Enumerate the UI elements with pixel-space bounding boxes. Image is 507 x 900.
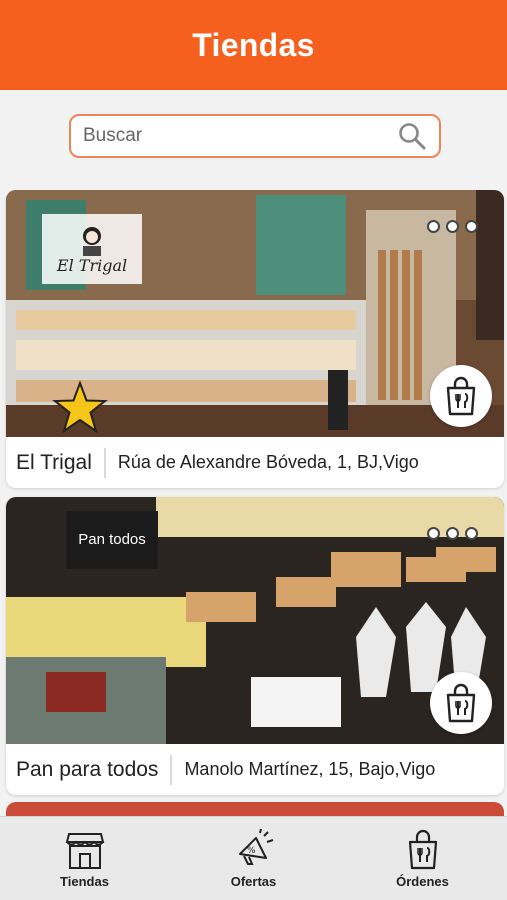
store-card[interactable]: El Trigal El Trigal Rúa de Alexandre Bóv…: [6, 190, 504, 488]
nav-ofertas[interactable]: % Ofertas: [194, 828, 314, 889]
svg-text:%: %: [247, 846, 256, 856]
order-bag-button[interactable]: [430, 365, 492, 427]
discount-megaphone-icon: %: [238, 828, 273, 865]
store-card[interactable]: Pan todos Pan para todos Manolo Martínez…: [6, 497, 504, 795]
nav-label: Ofertas: [230, 874, 277, 889]
search-bar[interactable]: [69, 114, 441, 158]
store-info: El Trigal Rúa de Alexandre Bóveda, 1, BJ…: [6, 437, 504, 488]
featured-star-icon: [52, 380, 108, 434]
nav-label: Tiendas: [60, 874, 109, 889]
page-title: Tiendas: [192, 26, 315, 63]
more-dots-icon[interactable]: [427, 220, 478, 233]
search-icon[interactable]: [397, 121, 427, 151]
store-address: Manolo Martínez, 15, Bajo,Vigo: [184, 759, 436, 779]
shopping-bag-icon: [408, 829, 437, 870]
store-name: Pan para todos: [16, 757, 159, 781]
store-logo-text: Pan todos: [78, 531, 146, 548]
shopping-bag-icon: [446, 376, 476, 416]
more-dots-icon[interactable]: [427, 527, 478, 540]
nav-tiendas[interactable]: Tiendas: [25, 828, 145, 889]
store-logo-text: El Trigal: [56, 255, 128, 275]
store-logo: Pan todos: [66, 511, 158, 569]
nav-ordenes[interactable]: Órdenes: [363, 828, 483, 889]
store-logo: El Trigal: [42, 214, 142, 284]
store-name: El Trigal: [16, 450, 92, 474]
bottom-nav: Tiendas % Ofertas Órdenes: [0, 816, 507, 900]
store-icon: [65, 833, 104, 869]
store-list[interactable]: El Trigal El Trigal Rúa de Alexandre Bóv…: [0, 190, 507, 816]
search-input[interactable]: [83, 125, 397, 147]
store-info: Pan para todos Manolo Martínez, 15, Bajo…: [6, 744, 504, 795]
store-card-partial[interactable]: [6, 802, 504, 816]
store-address: Rúa de Alexandre Bóveda, 1, BJ,Vigo: [117, 452, 419, 472]
order-bag-button[interactable]: [430, 672, 492, 734]
shopping-bag-icon: [446, 683, 476, 723]
nav-label: Órdenes: [396, 874, 449, 889]
chef-figure-icon: [83, 226, 101, 256]
app-header: Tiendas: [0, 0, 507, 90]
